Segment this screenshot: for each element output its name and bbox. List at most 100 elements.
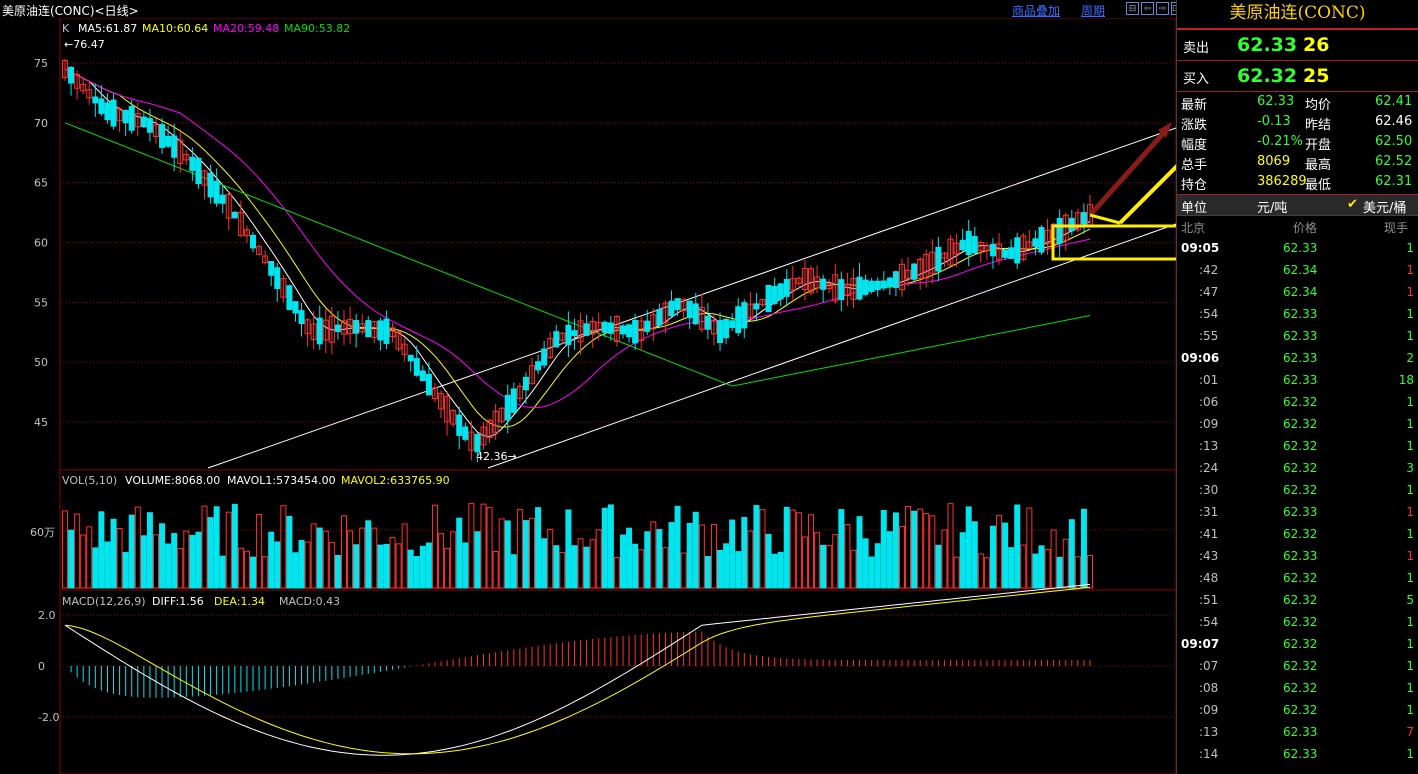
volume-bar: [577, 538, 584, 589]
volume-bar: [353, 544, 360, 589]
volume-bar: [747, 530, 754, 589]
volume-bar: [407, 549, 414, 589]
candle-body: [565, 324, 572, 346]
tick-row[interactable]: :48 62.32 1: [1177, 568, 1418, 590]
volume-bar: [522, 520, 529, 589]
tick-row[interactable]: :24 62.32 3: [1177, 458, 1418, 480]
tick-time: :07: [1199, 659, 1219, 673]
candle-body: [250, 234, 257, 249]
overlay-link[interactable]: 商品叠加: [1012, 2, 1060, 19]
volume-bar: [589, 539, 596, 589]
candlesticks: [62, 58, 1093, 462]
chart-canvas[interactable]: 75 70 65 60 55 50 45 K MA5:61.87 MA10:60.64 MA…: [0, 18, 1176, 774]
unit-label: 单位: [1181, 201, 1208, 216]
tick-time: :42: [1199, 263, 1219, 277]
tick-volume: 18: [1398, 373, 1414, 387]
tick-row[interactable]: :09 62.32 1: [1177, 414, 1418, 436]
ask-row[interactable]: 卖出 62.33 26: [1177, 30, 1418, 61]
check-icon[interactable]: ✔: [1347, 197, 1358, 212]
volume-bar: [607, 504, 614, 589]
volume-bar: [183, 530, 190, 589]
volume-bar: [638, 549, 645, 589]
mavol2-readout: MAVOL2:633765.90: [341, 474, 450, 487]
tick-volume: 5: [1406, 593, 1414, 607]
volume-bar: [759, 509, 766, 589]
tick-row[interactable]: :47 62.34 1: [1177, 282, 1418, 304]
volume-bar: [146, 512, 153, 589]
candle-body: [510, 388, 517, 413]
chart-frame: [59, 18, 1176, 774]
tick-row[interactable]: :55 62.33 1: [1177, 326, 1418, 348]
candle-body: [462, 426, 469, 440]
tick-row[interactable]: :51 62.32 5: [1177, 590, 1418, 612]
candle-body: [553, 331, 560, 348]
tick-price: 62.32: [1283, 593, 1318, 607]
volume-bar: [159, 523, 166, 589]
zoom-out-button[interactable]: ⊟: [1126, 2, 1139, 15]
macd-readout: MACD:0.43: [279, 595, 340, 608]
candle-body: [413, 358, 420, 376]
tick-volume: 1: [1406, 681, 1414, 695]
tick-row[interactable]: :54 62.33 1: [1177, 304, 1418, 326]
tick-row[interactable]: :09 62.32 1: [1177, 700, 1418, 722]
period-link[interactable]: 周期: [1081, 2, 1105, 19]
volume-bar: [753, 505, 760, 589]
volume-bar: [262, 556, 269, 589]
volume-bar: [425, 542, 432, 589]
tick-row[interactable]: 09:06 62.33 2: [1177, 348, 1418, 370]
tick-row[interactable]: :06 62.32 1: [1177, 392, 1418, 414]
tick-list[interactable]: 09:05 62.33 1:42 62.34 1:47 62.34 1:54 62.33 1:5…: [1177, 238, 1418, 766]
stat-value-2: 62.31: [1375, 174, 1413, 189]
tick-row[interactable]: :13 62.32 1: [1177, 436, 1418, 458]
volume-bar: [941, 529, 948, 589]
volume-bar: [389, 537, 396, 589]
diff-line: [64, 583, 1091, 756]
candle-body: [1014, 237, 1021, 264]
tick-row[interactable]: :54 62.32 1: [1177, 612, 1418, 634]
tick-time: :01: [1199, 373, 1219, 387]
scroll-right-button[interactable]: ⇨: [1156, 2, 1169, 15]
volume-bar: [189, 534, 196, 589]
tick-row[interactable]: :07 62.32 1: [1177, 656, 1418, 678]
volume-bar: [431, 504, 438, 589]
tick-price: 62.33: [1283, 329, 1318, 343]
volume-bar: [486, 507, 493, 589]
tick-row[interactable]: 09:05 62.33 1: [1177, 238, 1418, 260]
volume-bar: [377, 544, 384, 589]
ma5-readout: MA5:61.87: [78, 22, 137, 35]
tick-row[interactable]: :30 62.32 1: [1177, 480, 1418, 502]
tick-volume: 1: [1406, 747, 1414, 761]
candle-body: [753, 303, 760, 310]
volume-bar: [1050, 529, 1057, 589]
tick-row[interactable]: :08 62.32 1: [1177, 678, 1418, 700]
tick-row[interactable]: :41 62.32 1: [1177, 524, 1418, 546]
price-tick-label: 50: [34, 356, 48, 369]
unit-row[interactable]: 单位 元/吨 ✔ 美元/桶: [1177, 195, 1418, 216]
candle-body: [98, 98, 105, 114]
tick-row[interactable]: :31 62.33 1: [1177, 502, 1418, 524]
usd-unit-option[interactable]: 美元/桶: [1363, 197, 1406, 216]
volume-bar: [650, 521, 657, 589]
volume-bar: [668, 522, 675, 589]
tick-row[interactable]: :13 62.33 7: [1177, 722, 1418, 744]
tick-row[interactable]: 09:07 62.32 1: [1177, 634, 1418, 656]
volume-bar: [225, 511, 232, 589]
candle-body: [626, 324, 633, 338]
scroll-left-button[interactable]: ⇦: [1141, 2, 1154, 15]
stat-label: 幅度: [1181, 138, 1208, 153]
candle-body: [783, 278, 790, 297]
tick-row[interactable]: :01 62.33 18: [1177, 370, 1418, 392]
bid-row[interactable]: 买入 62.32 25: [1177, 61, 1418, 92]
volume-bar: [268, 531, 275, 589]
ma10-readout: MA10:60.64: [142, 22, 208, 35]
tick-time: :31: [1199, 505, 1219, 519]
tick-volume: 1: [1406, 241, 1414, 255]
tick-row[interactable]: :42 62.34 1: [1177, 260, 1418, 282]
tick-row[interactable]: :43 62.33 1: [1177, 546, 1418, 568]
volume-bar: [935, 544, 942, 589]
volume-bar: [165, 543, 172, 589]
tick-row[interactable]: :14 62.33 1: [1177, 744, 1418, 766]
volume-bar: [832, 534, 839, 589]
stat-value-2: 62.50: [1375, 134, 1413, 149]
candle-body: [456, 414, 463, 436]
